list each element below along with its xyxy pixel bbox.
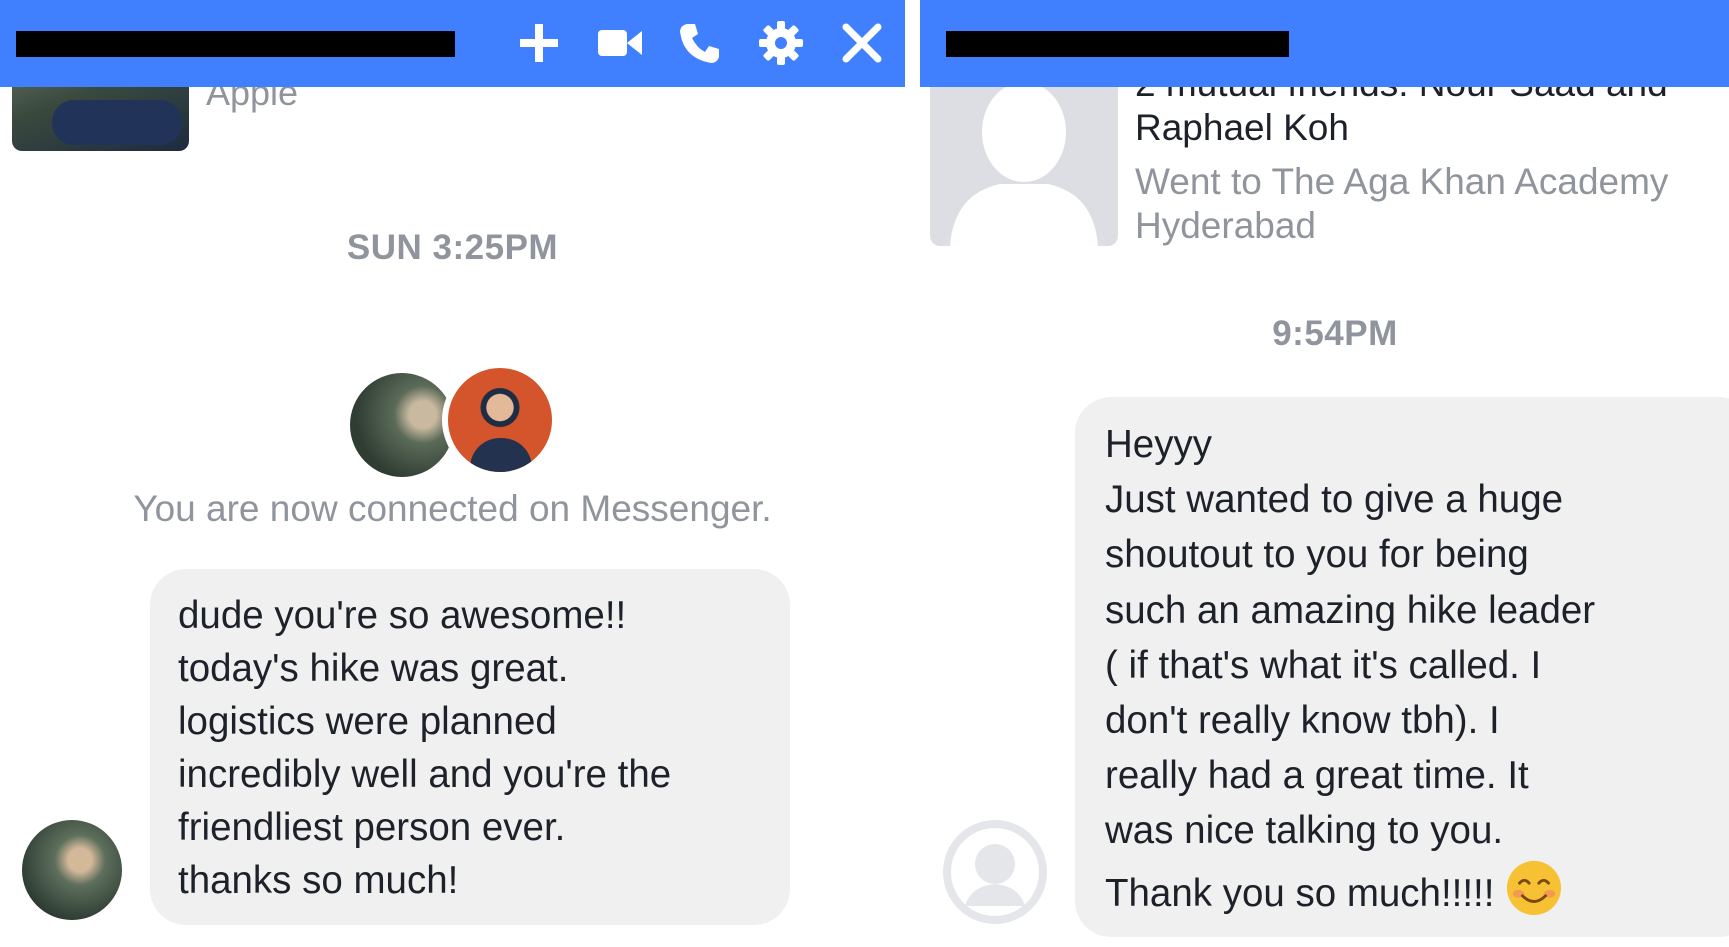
redacted-contact-name [16,31,455,57]
avatar-shirt [470,438,532,472]
chat-header-left[interactable] [0,0,905,87]
message-text-line: was nice talking to you. [1105,809,1504,853]
message-timestamp: SUN 3:25PM [346,228,559,267]
contact-avatar-large [350,373,454,477]
message-text-line: Heyyy [1105,423,1212,466]
default-avatar-icon[interactable] [943,820,1047,924]
message-text-line: such an amazing hike leader [1105,588,1596,632]
message-text-line: logistics were planned [178,700,557,743]
chat-window-left: Apple SUN 3:25PM You are now connected o… [0,0,905,947]
message-text-line: today's hike was great. [178,647,569,690]
silhouette-icon [950,82,1098,246]
message-text-line: Thank you so much!!!!! [1105,859,1729,932]
video-camera-icon[interactable] [595,18,645,68]
message-text-line: dude you're so awesome!! [178,594,627,637]
thumbnail-figure [52,100,182,145]
plus-icon[interactable] [514,18,564,68]
message-text-line: ( if that's what it's called. I [1105,643,1542,687]
chat-window-right: 2 mutual friends: Nour Saad and Raphael … [920,0,1729,947]
message-text-line: don't really know tbh). I [1105,699,1500,743]
gear-icon[interactable] [756,18,806,68]
smiling-face-emoji-icon [1505,859,1563,932]
message-text-line: incredibly well and you're the [178,753,672,796]
profile-name[interactable]: Raphael Koh [1135,107,1349,149]
message-text-line: friendliest person ever. [178,806,566,849]
phone-icon[interactable] [675,18,725,68]
message-text-line: thanks so much! [178,859,459,902]
message-timestamp: 9:54PM [1272,314,1398,353]
user-avatar-large [442,362,558,478]
message-text-line: Just wanted to give a huge [1105,478,1564,522]
message-text-line: really had a great time. It [1105,754,1529,798]
panel-divider [905,0,920,947]
sender-avatar[interactable] [22,820,122,920]
connected-notice: You are now connected on Messenger. [133,488,772,529]
incoming-message-bubble[interactable]: Heyyy Just wanted to give a huge shoutout … [1075,397,1729,937]
chat-header-right[interactable] [920,0,1729,87]
close-icon[interactable] [837,18,887,68]
profile-education-line2: Hyderabad [1135,205,1317,246]
redacted-contact-name [946,31,1289,57]
incoming-message-bubble[interactable]: dude you're so awesome!! today's hike was… [150,569,790,925]
message-text-line: shoutout to you for being [1105,533,1529,577]
profile-education-line1: Went to The Aga Khan Academy [1135,161,1669,202]
profile-placeholder-image[interactable] [930,70,1118,246]
